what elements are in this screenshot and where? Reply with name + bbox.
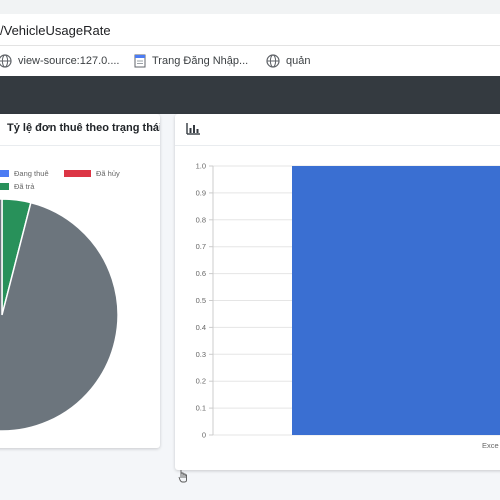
bar-0[interactable] bbox=[292, 166, 500, 435]
address-bar[interactable]: /VehicleUsageRate bbox=[0, 14, 500, 46]
url-text[interactable]: /VehicleUsageRate bbox=[0, 23, 111, 38]
top-navbar bbox=[0, 76, 500, 114]
y-tick-label: 0.7 bbox=[196, 242, 206, 251]
y-tick-label: 0.2 bbox=[196, 377, 206, 386]
bookmark-login-page[interactable]: Trang Đăng Nhập... bbox=[134, 52, 248, 70]
bar-chart: 0 0.1 0.2 0.3 0.4 0.5 0.6 0.7 0.8 0.9 1.0 Exce bbox=[196, 162, 500, 450]
bookmark-label: quản bbox=[286, 55, 311, 67]
y-tick-label: 0.6 bbox=[196, 269, 206, 278]
y-tick-label: 0 bbox=[202, 431, 206, 440]
pie-chart-card: Tỷ lệ đơn thuê theo trạng thái Đang thuê… bbox=[0, 114, 160, 448]
globe-icon bbox=[0, 54, 12, 68]
main-content: Tỷ lệ đơn thuê theo trạng thái Đang thuê… bbox=[0, 114, 500, 500]
card-header bbox=[175, 114, 500, 146]
x-tick-label: Exce bbox=[482, 441, 499, 450]
y-tick-label: 0.5 bbox=[196, 296, 206, 305]
pie-chart bbox=[0, 198, 119, 432]
y-tick-label: 0.8 bbox=[196, 215, 206, 224]
y-tick-label: 0.1 bbox=[196, 404, 206, 413]
bookmark-label: Trang Đăng Nhập... bbox=[152, 55, 249, 67]
bookmark-view-source[interactable]: view-source:127.0.... bbox=[0, 52, 120, 70]
bar-chart-icon bbox=[186, 123, 200, 135]
y-tick-label: 0.9 bbox=[196, 188, 206, 197]
page-icon bbox=[134, 54, 146, 68]
bookmark-quan[interactable]: quản bbox=[266, 52, 310, 70]
globe-icon bbox=[266, 54, 280, 68]
y-tick-label: 1.0 bbox=[196, 162, 206, 171]
mouse-cursor-icon bbox=[178, 470, 187, 483]
y-tick-label: 0.3 bbox=[196, 350, 206, 359]
bookmark-label: view-source:127.0.... bbox=[18, 55, 120, 67]
bookmarks-bar: view-source:127.0.... Trang Đăng Nhập...… bbox=[0, 46, 500, 76]
y-tick-label: 0.4 bbox=[196, 323, 206, 332]
bar-chart-card: 0 0.1 0.2 0.3 0.4 0.5 0.6 0.7 0.8 0.9 1.0 Exce bbox=[175, 114, 500, 470]
